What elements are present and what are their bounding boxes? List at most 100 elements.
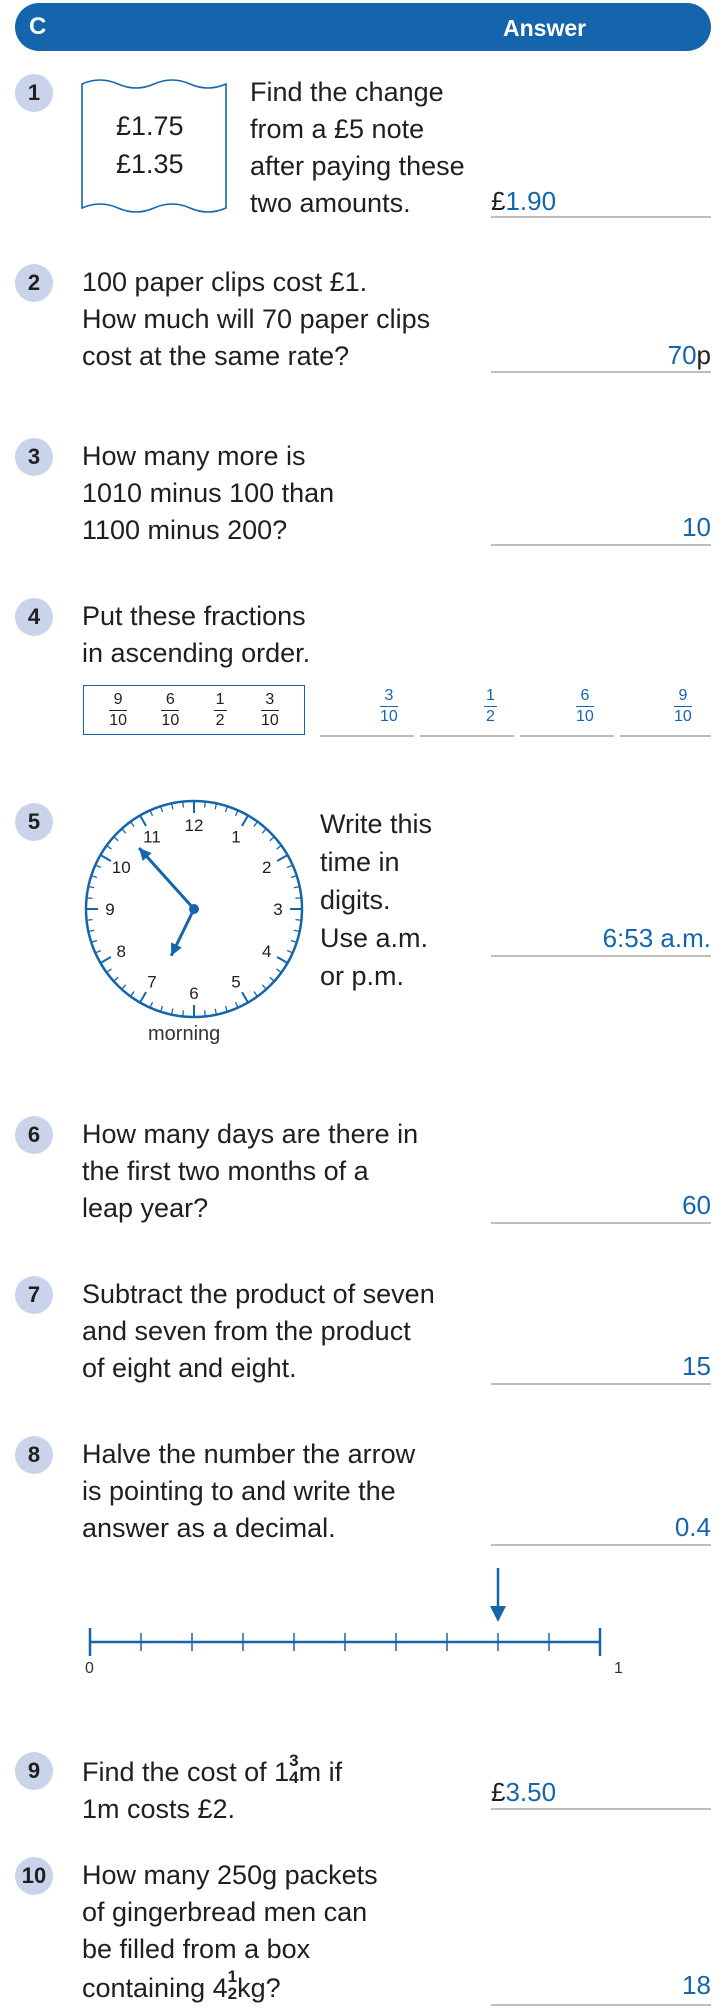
clock-numeral: 6 bbox=[189, 984, 198, 1003]
answer-1: £1.90 bbox=[491, 186, 556, 217]
fraction: 12 bbox=[213, 690, 227, 729]
clock-numeral: 1 bbox=[231, 827, 240, 846]
question-number-1: 1 bbox=[15, 74, 53, 112]
section-letter: C bbox=[29, 13, 47, 40]
question-line: Halve the number the arrow bbox=[82, 1439, 416, 1469]
question-number-9: 9 bbox=[15, 1752, 53, 1790]
clock-tick bbox=[91, 875, 98, 879]
answer-prefix: £ bbox=[491, 1777, 506, 1807]
clock-tick bbox=[224, 1005, 228, 1012]
answer-line bbox=[320, 735, 414, 737]
question-line: and seven from the product bbox=[82, 1316, 411, 1346]
clock-numeral: 8 bbox=[117, 942, 126, 961]
clock-tick bbox=[113, 836, 119, 842]
question-text-3: How many more is 1010 minus 100 than 110… bbox=[82, 438, 334, 549]
clock-numeral: 2 bbox=[262, 858, 271, 877]
answer-line bbox=[491, 1222, 711, 1224]
question-text-6: How many days are there in the first two… bbox=[82, 1116, 418, 1227]
question-line: 1010 minus 100 than bbox=[82, 478, 335, 508]
clock-tick bbox=[290, 939, 297, 943]
question-line: leap year? bbox=[82, 1193, 209, 1223]
question-line: Subtract the product of seven bbox=[82, 1279, 435, 1309]
fraction: 9 10 bbox=[109, 690, 127, 729]
question-line: Put these fractions bbox=[82, 601, 306, 631]
clock-numeral: 7 bbox=[147, 973, 156, 992]
answer-line bbox=[491, 216, 711, 218]
question-line: time in bbox=[320, 847, 400, 877]
clock-numeral: 3 bbox=[273, 900, 282, 919]
answer-line bbox=[420, 735, 514, 737]
question-text-9: Find the cost of 134m if 1m costs £2. bbox=[82, 1752, 342, 1828]
clock-numeral: 5 bbox=[231, 973, 240, 992]
clock-tick bbox=[106, 844, 112, 850]
answer-8: 0.4 bbox=[674, 1512, 711, 1542]
question-line: containing 4 1 2 kg? bbox=[82, 1967, 281, 2003]
clock-tick bbox=[121, 828, 127, 834]
question-line: Use a.m. bbox=[320, 923, 429, 953]
fraction: 6 10 bbox=[161, 690, 180, 729]
clock-tick bbox=[224, 806, 228, 813]
clock-tick bbox=[106, 968, 112, 974]
answer-line bbox=[491, 2004, 711, 2006]
pointer-arrow-head bbox=[490, 1606, 506, 1622]
question-number-6: 6 bbox=[15, 1116, 53, 1154]
answer-line bbox=[520, 735, 614, 737]
question-line: is pointing to and write the bbox=[82, 1476, 396, 1506]
question-text-10: How many 250g packets of gingerbread men… bbox=[82, 1857, 378, 2007]
question-number-10: 10 bbox=[15, 1857, 53, 1895]
question-number-5: 5 bbox=[15, 803, 53, 841]
clock-tick bbox=[139, 991, 147, 1004]
question-line: digits. bbox=[320, 885, 391, 915]
clock-tick bbox=[261, 984, 267, 990]
question-number-2: 2 bbox=[15, 264, 53, 302]
answer-3: 10 bbox=[682, 512, 711, 542]
answer-7: 15 bbox=[682, 1351, 711, 1381]
question-number-8: 8 bbox=[15, 1436, 53, 1474]
question-line: Find the change bbox=[250, 77, 444, 107]
question-line: 1m costs £2. bbox=[82, 1794, 236, 1824]
clock-minute-hand bbox=[138, 847, 196, 911]
question-line: or p.m. bbox=[320, 961, 405, 991]
clock-tick bbox=[182, 1010, 184, 1017]
clock-tick bbox=[99, 956, 112, 964]
clock-tick bbox=[204, 801, 206, 808]
question-line: of eight and eight. bbox=[82, 1353, 297, 1383]
answer-fraction-1: 3 10 bbox=[380, 687, 398, 725]
answer-6: 60 bbox=[682, 1190, 711, 1220]
answer-value: 70 bbox=[667, 340, 697, 370]
answer-line bbox=[491, 1808, 711, 1810]
question-text-2: 100 paper clips cost £1. How much will 7… bbox=[82, 264, 430, 375]
clock-tick bbox=[129, 821, 135, 827]
question-text-8: Halve the number the arrow is pointing t… bbox=[82, 1436, 415, 1547]
clock-tick bbox=[290, 875, 297, 879]
clock-numeral: 9 bbox=[105, 900, 114, 919]
clock-tick bbox=[261, 828, 267, 834]
question-line: How many 250g packets bbox=[82, 1860, 378, 1890]
receipt-amounts: £1.75 £1.35 bbox=[116, 107, 184, 183]
clock-tick bbox=[139, 814, 147, 827]
question-text-1: Find the change from a £5 note after pay… bbox=[250, 74, 465, 222]
question-line: in ascending order. bbox=[82, 638, 311, 668]
answer-value: 1.90 bbox=[505, 186, 557, 216]
clock-numeral: 12 bbox=[185, 816, 204, 835]
clock-tick bbox=[129, 991, 135, 997]
question-line: answer as a decimal. bbox=[82, 1513, 336, 1543]
number-line-start-label: 0 bbox=[85, 1660, 94, 1677]
clock-tick bbox=[269, 836, 275, 842]
question-line: Write this bbox=[320, 809, 433, 839]
answer-fraction-4: 9 10 bbox=[674, 687, 692, 725]
clock-tick bbox=[86, 897, 93, 899]
answer-prefix: £ bbox=[491, 186, 506, 216]
question-text-7: Subtract the product of seven and seven … bbox=[82, 1276, 435, 1387]
answer-fraction-3: 6 10 bbox=[576, 687, 594, 725]
receipt-amount: £1.35 bbox=[116, 149, 184, 179]
question-line: 1100 minus 200? bbox=[82, 515, 288, 545]
question-line: How many days are there in bbox=[82, 1119, 419, 1149]
answer-line bbox=[491, 544, 711, 546]
clock-tick bbox=[276, 854, 289, 862]
answer-value: 3.50 bbox=[505, 1777, 557, 1807]
clock-numeral: 11 bbox=[143, 827, 161, 846]
answer-5: 6:53 a.m. bbox=[602, 923, 711, 953]
clock-tick bbox=[204, 1010, 206, 1017]
answer-2: 70p bbox=[668, 340, 711, 371]
